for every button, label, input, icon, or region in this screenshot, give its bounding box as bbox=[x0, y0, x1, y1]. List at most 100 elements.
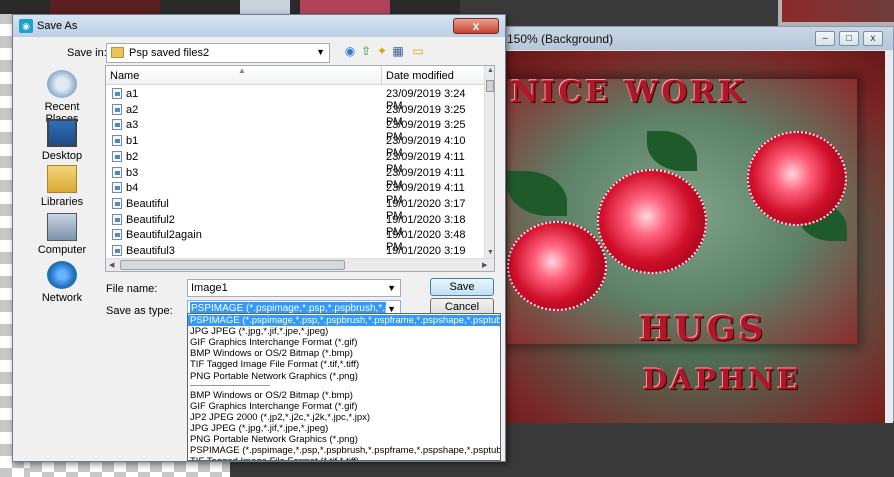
thumb-strip bbox=[50, 0, 160, 14]
file-row[interactable]: b1 23/09/2019 4:10 PM bbox=[106, 133, 484, 159]
minimize-button[interactable]: – bbox=[815, 31, 835, 46]
type-option[interactable]: PNG Portable Network Graphics (*.png) bbox=[188, 371, 500, 382]
file-row[interactable]: Beautiful2again 19/01/2020 3:48 PM bbox=[106, 227, 484, 253]
file-list-header: ▲ Name Date modified bbox=[106, 66, 484, 85]
save-in-combo[interactable]: Psp saved files2 ▼ bbox=[106, 43, 330, 63]
file-row[interactable]: b3 23/09/2019 4:11 PM bbox=[106, 165, 484, 191]
save-as-type-dropdown[interactable]: PSPIMAGE (*.pspimage,*.psp,*.pspbrush,*.… bbox=[187, 313, 501, 461]
file-row[interactable]: a2 23/09/2019 3:25 PM bbox=[106, 102, 484, 128]
file-list[interactable]: ▲ Name Date modified a1 23/09/2019 3:24 P… bbox=[105, 65, 495, 272]
type-option[interactable]: BMP Windows or OS/2 Bitmap (*.bmp) bbox=[188, 390, 500, 401]
file-name: Beautiful3 bbox=[126, 245, 175, 257]
place-libraries[interactable]: Libraries bbox=[27, 165, 97, 208]
save-as-type-label: Save as type: bbox=[106, 305, 173, 317]
file-name: Beautiful bbox=[126, 197, 169, 210]
place-desktop[interactable]: Desktop bbox=[27, 119, 97, 162]
image-file-icon bbox=[112, 150, 122, 162]
view-menu-icon[interactable]: ▦ bbox=[391, 44, 405, 58]
image-canvas[interactable]: NICE WORK HUGS DAPHNE bbox=[467, 51, 887, 423]
place-label: Computer bbox=[37, 244, 87, 256]
desktop-icon bbox=[47, 119, 77, 147]
file-list-horizontal-scrollbar[interactable]: ◀ ▶ bbox=[106, 258, 494, 271]
image-window-scrollbar[interactable] bbox=[885, 51, 893, 423]
type-option[interactable]: TIF Tagged Image File Format (*.tif,*.ti… bbox=[188, 359, 500, 370]
file-name: b2 bbox=[126, 150, 139, 163]
save-in-value: Psp saved files2 bbox=[129, 47, 210, 59]
file-name: b1 bbox=[126, 135, 139, 148]
file-name: b3 bbox=[126, 166, 139, 179]
sort-ascending-icon: ▲ bbox=[238, 66, 246, 75]
file-row[interactable]: a1 23/09/2019 3:24 PM bbox=[106, 86, 484, 112]
folder-tool-icon[interactable]: ▭ bbox=[411, 44, 425, 58]
file-name: b4 bbox=[126, 182, 139, 195]
place-network[interactable]: Network bbox=[27, 261, 97, 304]
type-option[interactable]: PSPIMAGE (*.pspimage,*.psp,*.pspbrush,*.… bbox=[188, 445, 500, 456]
scroll-left-icon[interactable]: ◀ bbox=[109, 261, 114, 269]
maximize-button[interactable]: □ bbox=[839, 31, 859, 46]
file-name-value: Image1 bbox=[191, 282, 228, 294]
dialog-title: Save As bbox=[37, 20, 78, 32]
network-icon bbox=[47, 261, 77, 289]
scrollbar-thumb[interactable] bbox=[486, 80, 494, 92]
save-button[interactable]: Save bbox=[430, 278, 494, 296]
type-option[interactable]: TIF Tagged Image File Format (*.tif,*.ti… bbox=[188, 456, 500, 460]
scroll-up-icon[interactable]: ▲ bbox=[487, 67, 494, 74]
type-option[interactable]: JPG JPEG (*.jpg,*.jif,*.jpe,*.jpeg) bbox=[188, 326, 500, 337]
type-option[interactable]: GIF Graphics Interchange Format (*.gif) bbox=[188, 337, 500, 348]
file-row[interactable]: b4 23/09/2019 4:11 PM bbox=[106, 180, 484, 206]
new-folder-icon[interactable]: ✦ bbox=[375, 44, 389, 58]
file-list-vertical-scrollbar[interactable]: ▲ ▼ bbox=[484, 66, 494, 259]
place-recent-places[interactable]: Recent Places bbox=[27, 70, 97, 125]
file-name-input[interactable]: Image1 ▼ bbox=[187, 279, 401, 297]
file-row[interactable]: Beautiful2 19/01/2020 3:18 PM bbox=[106, 212, 484, 238]
file-name: a3 bbox=[126, 119, 139, 132]
type-option[interactable]: JPG JPEG (*.jpg,*.jif,*.jpe,*.jpeg) bbox=[188, 423, 500, 434]
folder-icon bbox=[111, 47, 124, 58]
background-window-right bbox=[778, 0, 894, 26]
type-option[interactable]: BMP Windows or OS/2 Bitmap (*.bmp) bbox=[188, 348, 500, 359]
background-window-top bbox=[0, 0, 460, 14]
canvas-text-daphne: DAPHNE bbox=[643, 363, 802, 396]
place-computer[interactable]: Computer bbox=[27, 213, 97, 256]
image-file-icon bbox=[112, 103, 122, 115]
image-file-icon bbox=[112, 197, 122, 209]
image-window-titlebar[interactable]: 150% (Background) – □ x bbox=[461, 27, 893, 50]
type-option[interactable]: JP2 JPEG 2000 (*.jp2,*.j2c,*.j2k,*.jpc,*… bbox=[188, 412, 500, 423]
column-name[interactable]: Name bbox=[110, 70, 139, 82]
image-file-icon bbox=[112, 213, 122, 225]
type-option[interactable]: PNG Portable Network Graphics (*.png) bbox=[188, 434, 500, 445]
back-icon[interactable]: ◉ bbox=[343, 44, 357, 58]
type-option[interactable]: PSPIMAGE (*.pspimage,*.psp,*.pspbrush,*.… bbox=[188, 315, 500, 326]
chevron-down-icon[interactable]: ▼ bbox=[387, 283, 396, 293]
image-file-icon bbox=[112, 88, 122, 99]
image-file-icon bbox=[112, 245, 122, 256]
scroll-right-icon[interactable]: ▶ bbox=[482, 261, 487, 269]
rose-right bbox=[747, 131, 847, 226]
image-file-icon bbox=[112, 135, 122, 147]
file-row[interactable]: a3 23/09/2019 3:25 PM bbox=[106, 117, 484, 143]
column-date-modified[interactable]: Date modified bbox=[386, 70, 454, 82]
file-row[interactable]: Beautiful319/01/2020 3:19 PM bbox=[106, 243, 484, 269]
file-name: Beautiful2 bbox=[126, 213, 175, 226]
place-label: Libraries bbox=[40, 196, 84, 208]
file-name-label: File name: bbox=[106, 283, 158, 295]
rose-strip bbox=[300, 0, 390, 14]
file-row[interactable]: Beautiful 19/01/2020 3:17 PM bbox=[106, 196, 484, 222]
dialog-titlebar[interactable]: ◉ Save As x bbox=[13, 15, 505, 37]
scroll-down-icon[interactable]: ▼ bbox=[487, 249, 494, 256]
file-row[interactable]: b2 23/09/2019 4:11 PM bbox=[106, 149, 484, 175]
dialog-close-button[interactable]: x bbox=[453, 18, 499, 34]
up-folder-icon[interactable]: ⇧ bbox=[359, 44, 373, 58]
close-button[interactable]: x bbox=[863, 31, 883, 46]
rose-center bbox=[597, 169, 707, 274]
recent-places-icon bbox=[47, 70, 77, 98]
computer-icon bbox=[47, 213, 77, 241]
place-label: Network bbox=[41, 292, 83, 304]
image-file-icon bbox=[112, 229, 122, 241]
rose-left bbox=[507, 221, 607, 311]
canvas-text-hugs: HUGS bbox=[639, 309, 767, 349]
type-option[interactable]: GIF Graphics Interchange Format (*.gif) bbox=[188, 401, 500, 412]
image-file-icon bbox=[112, 119, 122, 131]
scrollbar-thumb[interactable] bbox=[120, 260, 345, 270]
image-window-title: 150% (Background) bbox=[507, 32, 614, 46]
